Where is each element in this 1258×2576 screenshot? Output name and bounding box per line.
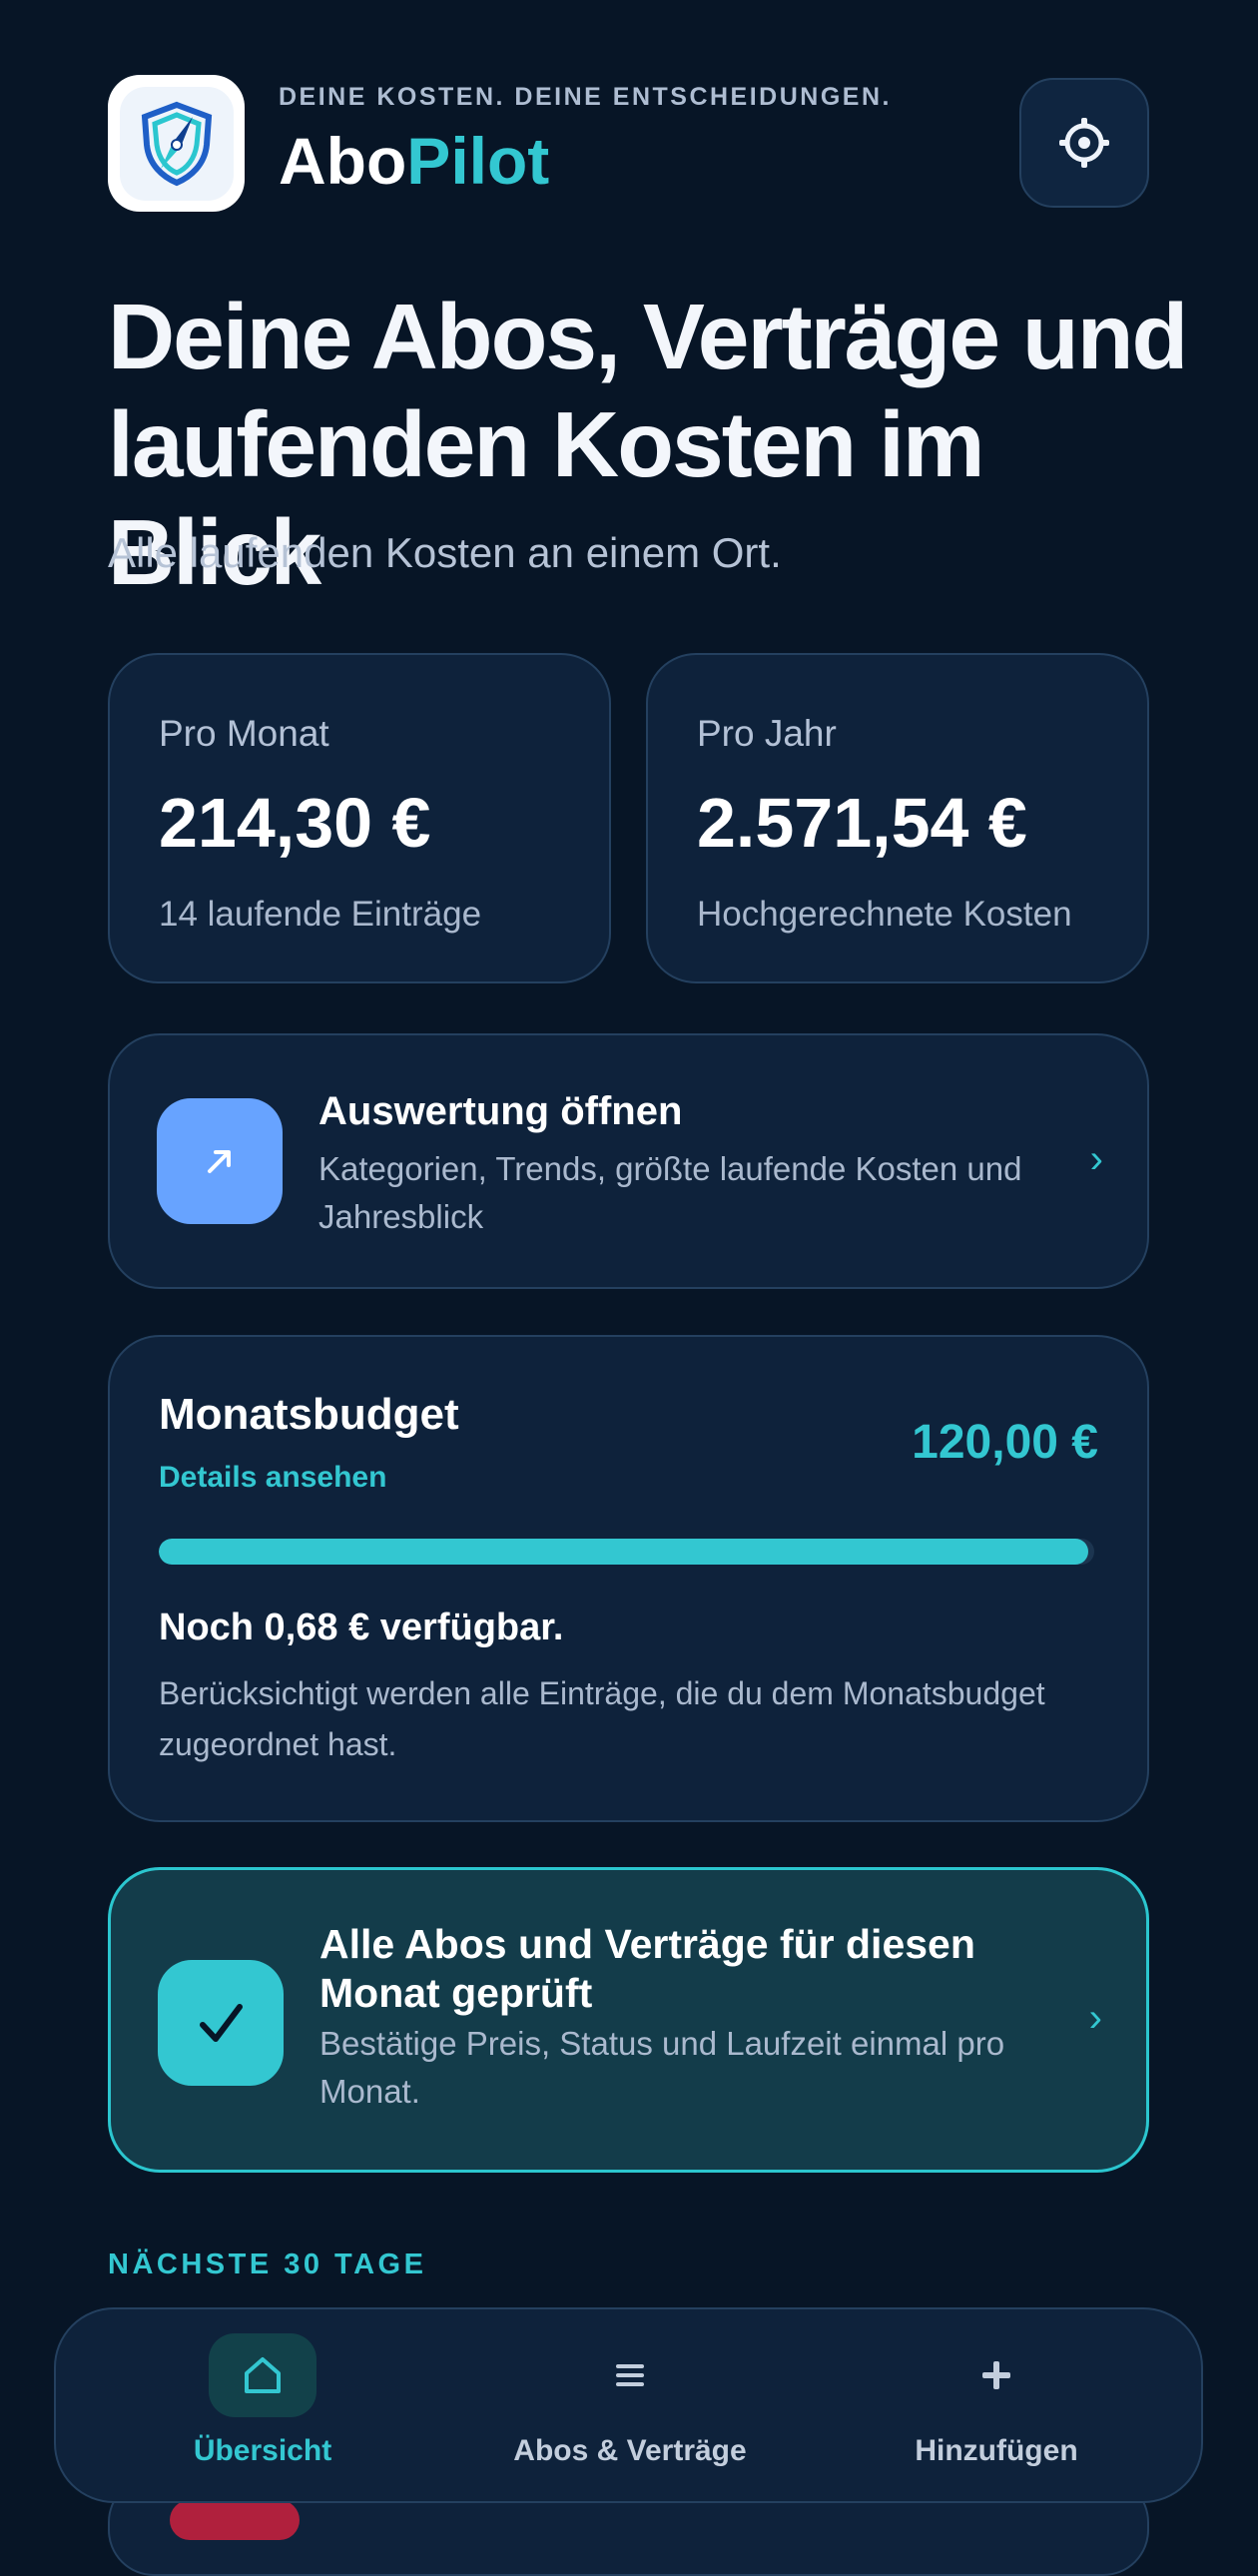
nav-item-subscriptions[interactable]: Abos & Verträge (470, 2309, 790, 2505)
budget-card: Monatsbudget Details ansehen 120,00 € No… (108, 1335, 1149, 1822)
budget-amount: 120,00 € (912, 1416, 1098, 1469)
checkmark-icon (200, 2004, 243, 2042)
nav-label: Hinzufügen (915, 2434, 1078, 2467)
plus-icon (982, 2361, 1010, 2389)
budget-details-link[interactable]: Details ansehen (159, 1461, 386, 1495)
budget-description: Berücksichtigt werden alle Einträge, die… (159, 1675, 1045, 1762)
check-description: Bestätige Preis, Status und Laufzeit ein… (319, 2025, 1005, 2110)
check-title: Alle Abos und Verträge für diesen Monat … (319, 1921, 975, 2016)
bottom-navigation: Übersicht Abos & Verträge Hinzufügen (54, 2307, 1203, 2503)
list-icon (616, 2364, 644, 2386)
stat-label: Pro Monat (159, 713, 329, 754)
budget-progress-bar (159, 1539, 1094, 1565)
check-icon-tile (158, 1960, 284, 2086)
trend-arrow-icon (208, 1150, 231, 1173)
stat-note: Hochgerechnete Kosten (697, 895, 1072, 934)
stat-label: Pro Jahr (697, 713, 837, 754)
section-label-upcoming: NÄCHSTE 30 TAGE (108, 2249, 427, 2280)
stat-value: 214,30 € (159, 784, 431, 862)
insights-icon-tile (157, 1098, 283, 1224)
insights-description: Kategorien, Trends, größte laufende Kost… (318, 1150, 1022, 1235)
chevron-right-icon: › (1089, 1137, 1103, 1181)
budget-title: Monatsbudget (159, 1390, 459, 1439)
stat-card-monthly: Pro Monat 214,30 € 14 laufende Einträge (108, 653, 611, 983)
chevron-right-icon: › (1088, 1996, 1102, 2040)
budget-remaining: Noch 0,68 € verfügbar. (159, 1607, 564, 1648)
budget-progress-fill (159, 1539, 1089, 1565)
insights-card[interactable]: Auswertung öffnen Kategorien, Trends, gr… (108, 1033, 1149, 1289)
item-badge (170, 2500, 300, 2540)
stat-value: 2.571,54 € (697, 784, 1027, 862)
nav-item-add[interactable]: Hinzufügen (837, 2309, 1156, 2505)
insights-title: Auswertung öffnen (318, 1089, 683, 1133)
settings-button[interactable] (1019, 78, 1149, 208)
app-logo (108, 75, 245, 212)
app-tagline: DEINE KOSTEN. DEINE ENTSCHEIDUNGEN. (279, 83, 892, 111)
stat-card-yearly: Pro Jahr 2.571,54 € Hochgerechnete Koste… (646, 653, 1149, 983)
nav-item-overview[interactable]: Übersicht (103, 2309, 422, 2505)
home-icon (245, 2357, 281, 2393)
nav-label: Übersicht (193, 2434, 332, 2467)
monthly-check-card[interactable]: Alle Abos und Verträge für diesen Monat … (108, 1867, 1149, 2173)
gear-icon (1059, 118, 1109, 168)
page-subtitle: Alle laufenden Kosten an einem Ort. (108, 529, 782, 576)
stat-note: 14 laufende Einträge (159, 895, 482, 934)
nav-label: Abos & Verträge (513, 2434, 747, 2467)
brand-part-2: Pilot (406, 124, 550, 198)
app-brand: AboPilot (279, 125, 549, 198)
app-header: DEINE KOSTEN. DEINE ENTSCHEIDUNGEN. AboP… (108, 75, 1149, 212)
shield-compass-icon (141, 101, 212, 186)
brand-part-1: Abo (279, 124, 407, 198)
